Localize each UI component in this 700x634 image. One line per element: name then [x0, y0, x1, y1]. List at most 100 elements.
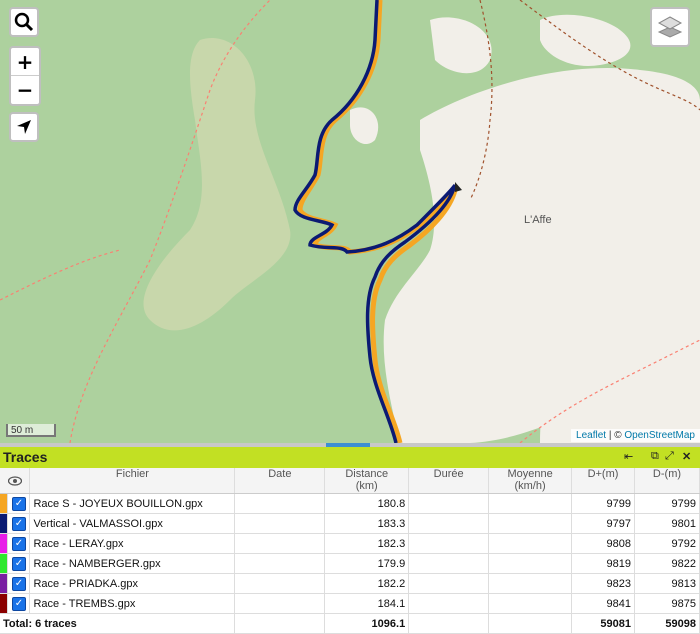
trace-dminus: 9799: [634, 493, 700, 514]
table-row[interactable]: ✓ Race - LERAY.gpx 182.3 9808 9792: [0, 533, 700, 554]
zoom-in-button[interactable]: +: [11, 48, 39, 76]
locate-button[interactable]: [9, 112, 39, 142]
place-label: L'Affe: [524, 214, 552, 226]
visibility-column-header[interactable]: [0, 468, 31, 494]
column-dminus[interactable]: D-(m): [634, 468, 700, 494]
visibility-checkbox[interactable]: ✓: [7, 493, 31, 514]
visibility-checkbox[interactable]: ✓: [7, 533, 31, 554]
checkbox-checked-icon: ✓: [11, 516, 26, 531]
layers-button[interactable]: [650, 7, 690, 47]
trace-duration: [408, 533, 490, 554]
table-row[interactable]: ✓ Race - PRIADKA.gpx 182.2 9823 9813: [0, 573, 700, 594]
trace-distance: 184.1: [324, 593, 410, 614]
traces-table: Fichier Date Distance (km) Durée Moyenne(…: [0, 468, 700, 634]
trace-dminus: 9801: [634, 513, 700, 534]
search-button[interactable]: [9, 7, 39, 37]
visibility-checkbox[interactable]: ✓: [7, 593, 31, 614]
trace-dminus: 9813: [634, 573, 700, 594]
trace-date: [234, 553, 326, 574]
trace-color-swatch: [0, 533, 9, 554]
visibility-checkbox[interactable]: ✓: [7, 553, 31, 574]
total-avg: [488, 613, 573, 634]
column-distance-label: Distance: [345, 468, 389, 480]
scale-bar: 50 m: [6, 424, 56, 437]
trace-date: [234, 533, 326, 554]
total-dplus: 59081: [571, 613, 635, 634]
visibility-checkbox[interactable]: ✓: [7, 513, 31, 534]
trace-dplus: 9797: [571, 513, 635, 534]
trace-color-swatch: [0, 553, 9, 574]
table-row[interactable]: ✓ Vertical - VALMASSOI.gpx 183.3 9797 9801: [0, 513, 700, 534]
visibility-checkbox[interactable]: ✓: [7, 573, 31, 594]
trace-dminus: 9792: [634, 533, 700, 554]
restore-icon[interactable]: ⧉: [651, 450, 659, 463]
table-row[interactable]: ✓ Race S - JOYEUX BOUILLON.gpx 180.8 9799 97…: [0, 493, 700, 514]
search-icon: [14, 12, 34, 32]
trace-dminus: 9875: [634, 593, 700, 614]
trace-date: [234, 493, 326, 514]
trace-filename: Vertical - VALMASSOI.gpx: [29, 513, 236, 534]
total-date: [234, 613, 326, 634]
trace-duration: [408, 573, 490, 594]
checkbox-checked-icon: ✓: [11, 576, 26, 591]
checkbox-checked-icon: ✓: [11, 496, 26, 511]
eye-icon: [7, 476, 22, 486]
column-moyenne-unit: (km/h): [514, 480, 546, 492]
trace-date: [234, 513, 326, 534]
layers-icon: [657, 16, 683, 38]
trace-filename: Race - LERAY.gpx: [29, 533, 236, 554]
trace-filename: Race S - JOYEUX BOUILLON.gpx: [29, 493, 236, 514]
trace-dplus: 9808: [571, 533, 635, 554]
trace-color-swatch: [0, 493, 9, 514]
map-attribution: Leaflet | © OpenStreetMap: [571, 429, 700, 442]
map-view[interactable]: + − L'Affe 50 m Leaflet | © OpenStreetMa…: [0, 0, 700, 443]
column-date[interactable]: Date: [234, 468, 326, 494]
checkbox-checked-icon: ✓: [11, 556, 26, 571]
table-header: Fichier Date Distance (km) Durée Moyenne(…: [0, 468, 700, 494]
osm-link[interactable]: OpenStreetMap: [624, 430, 695, 441]
trace-color-swatch: [0, 593, 9, 614]
trace-average: [488, 573, 573, 594]
panel-header: Traces ⇤ ⧉ ⤢ ✕: [0, 447, 700, 468]
trace-distance: 180.8: [324, 493, 410, 514]
leaflet-link[interactable]: Leaflet: [576, 430, 606, 441]
total-duration: [408, 613, 490, 634]
panel-title: Traces: [3, 449, 48, 465]
checkbox-checked-icon: ✓: [11, 596, 26, 611]
trace-distance: 183.3: [324, 513, 410, 534]
column-distance-unit: (km): [355, 480, 378, 492]
maximize-icon[interactable]: ⤢: [665, 450, 674, 463]
attribution-separator: | ©: [606, 430, 625, 441]
column-moyenne[interactable]: Moyenne (km/h): [488, 468, 573, 494]
collapse-icon[interactable]: ⇤: [624, 450, 633, 463]
trace-dplus: 9799: [571, 493, 635, 514]
column-moyenne-label: Moyenne: [507, 468, 553, 480]
trace-average: [488, 593, 573, 614]
zoom-control: + −: [9, 46, 41, 106]
column-dplus[interactable]: D+(m): [571, 468, 635, 494]
close-icon[interactable]: ✕: [682, 450, 691, 463]
column-fichier[interactable]: Fichier: [29, 468, 236, 494]
trace-duration: [408, 513, 490, 534]
total-label: Total: 6 traces: [0, 613, 236, 634]
trace-dminus: 9822: [634, 553, 700, 574]
traces-panel: Traces ⇤ ⧉ ⤢ ✕ Fichier Date Distance (km)…: [0, 443, 700, 634]
trace-filename: Race - PRIADKA.gpx: [29, 573, 236, 594]
trace-date: [234, 573, 326, 594]
locate-arrow-icon: [17, 120, 31, 134]
trace-average: [488, 553, 573, 574]
trace-duration: [408, 493, 490, 514]
trace-color-swatch: [0, 573, 9, 594]
column-distance[interactable]: Distance (km): [324, 468, 410, 494]
trace-distance: 182.3: [324, 533, 410, 554]
table-row[interactable]: ✓ Race - TREMBS.gpx 184.1 9841 9875: [0, 593, 700, 614]
trace-date: [234, 593, 326, 614]
trace-average: [488, 513, 573, 534]
table-row[interactable]: ✓ Race - NAMBERGER.gpx 179.9 9819 9822: [0, 553, 700, 574]
trace-average: [488, 533, 573, 554]
trace-distance: 179.9: [324, 553, 410, 574]
trace-duration: [408, 593, 490, 614]
column-duree[interactable]: Durée: [408, 468, 490, 494]
zoom-out-button[interactable]: −: [11, 76, 39, 103]
trace-filename: Race - TREMBS.gpx: [29, 593, 236, 614]
